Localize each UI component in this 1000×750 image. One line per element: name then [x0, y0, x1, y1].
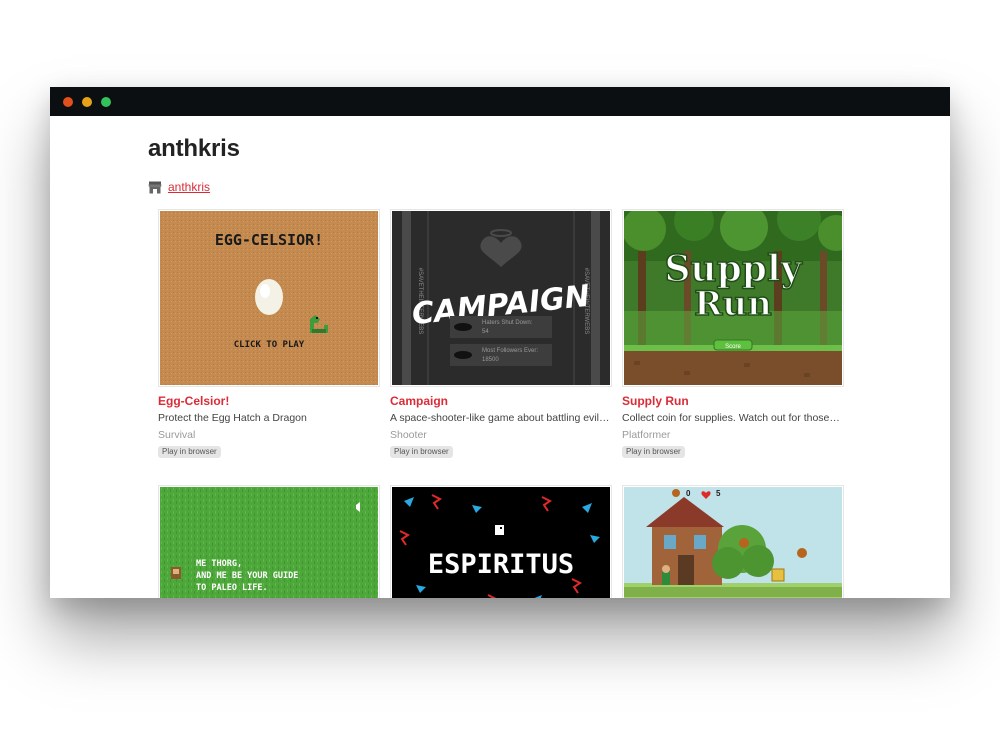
game-card: ME THORG, AND ME BE YOUR GUIDE TO PALEO … — [158, 485, 380, 598]
game-thumbnail[interactable]: #SAVETHEINTERWEBS #SAVETHEINTERWEBS CAMP… — [390, 209, 612, 387]
cover-heading: Run — [694, 284, 772, 324]
minimize-window-button[interactable] — [82, 97, 92, 107]
cover-hud-text: 5 — [716, 489, 721, 498]
game-card: #SAVETHEINTERWEBS #SAVETHEINTERWEBS CAMP… — [390, 209, 612, 459]
cover-stat-value: 54 — [482, 329, 489, 335]
cover-hud-text: 0 — [686, 489, 691, 498]
game-genre: Shooter — [390, 429, 427, 441]
game-card: ESPIRITUS — [390, 485, 612, 598]
game-title[interactable]: Campaign — [390, 394, 612, 408]
browser-window: anthkris anthkris EGG-CELSIOR! CLICK TO … — [50, 87, 950, 598]
cover-cta: CLICK TO PLAY — [234, 340, 305, 350]
store-icon — [148, 181, 162, 193]
cover-stat-value: 18500 — [482, 357, 499, 363]
cover-stat-label: Most Followers Ever: — [482, 348, 538, 354]
game-description: Collect coin for supplies. Watch out for… — [622, 412, 842, 424]
maximize-window-button[interactable] — [101, 97, 111, 107]
platform-badge: Play in browser — [158, 446, 221, 458]
profile-link-row: anthkris — [148, 179, 210, 195]
close-window-button[interactable] — [63, 97, 73, 107]
game-thumbnail[interactable]: 0 5 — [622, 485, 844, 598]
game-card: Supply Run Score Supply Run Collect coin… — [622, 209, 844, 459]
cover-text: ME THORG, — [196, 559, 242, 569]
profile-link[interactable]: anthkris — [168, 180, 210, 194]
game-description: Protect the Egg Hatch a Dragon — [158, 412, 307, 424]
game-description: A space-shooter-like game about battling… — [390, 412, 610, 424]
cover-stat-label: Haters Shut Down: — [482, 320, 533, 326]
cover-button: Score — [725, 344, 741, 350]
cover-text: AND ME BE YOUR GUIDE — [196, 571, 298, 581]
game-card: EGG-CELSIOR! CLICK TO PLAY Egg-Celsior! … — [158, 209, 380, 459]
cover-heading: EGG-CELSIOR! — [215, 231, 323, 249]
game-title[interactable]: Egg-Celsior! — [158, 394, 380, 408]
game-thumbnail[interactable]: EGG-CELSIOR! CLICK TO PLAY — [158, 209, 380, 387]
game-thumbnail[interactable]: ME THORG, AND ME BE YOUR GUIDE TO PALEO … — [158, 485, 380, 598]
game-card: 0 5 — [622, 485, 844, 598]
cover-text: TO PALEO LIFE. — [196, 583, 268, 593]
cover-heading: ESPIRITUS — [428, 549, 574, 580]
game-thumbnail[interactable]: Supply Run Score — [622, 209, 844, 387]
game-title[interactable]: Supply Run — [622, 394, 844, 408]
game-genre: Platformer — [622, 429, 671, 441]
game-genre: Survival — [158, 429, 196, 441]
platform-badge: Play in browser — [390, 446, 453, 458]
platform-badge: Play in browser — [622, 446, 685, 458]
window-titlebar — [50, 87, 950, 116]
game-thumbnail[interactable]: ESPIRITUS — [390, 485, 612, 598]
page-title: anthkris — [148, 135, 240, 162]
page-content: anthkris anthkris EGG-CELSIOR! CLICK TO … — [50, 116, 950, 598]
